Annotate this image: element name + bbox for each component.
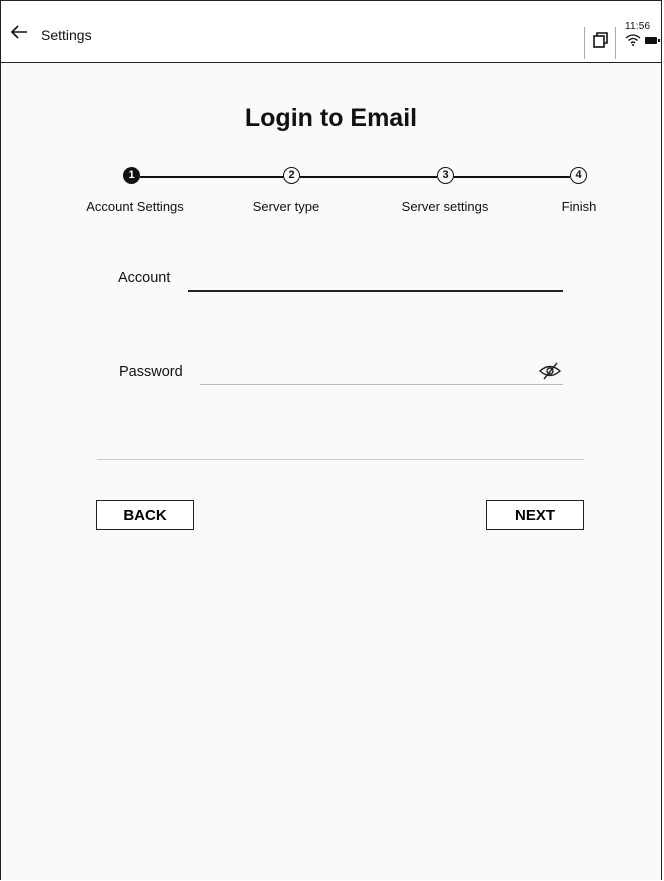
step-connector <box>453 176 570 178</box>
back-arrow-icon[interactable] <box>7 21 31 43</box>
password-input[interactable] <box>201 361 535 385</box>
password-underline <box>200 384 563 385</box>
status-time: 11:56 <box>625 21 651 32</box>
page-title: Login to Email <box>244 104 418 132</box>
step-4-label: Finish <box>561 199 597 214</box>
app-window: Settings 11:56 Login to Email 1 2 3 4 Ac… <box>0 0 662 880</box>
account-underline <box>188 290 563 292</box>
status-divider <box>615 27 616 59</box>
battery-icon <box>645 37 660 44</box>
step-1-indicator: 1 <box>123 167 140 184</box>
top-bar: Settings 11:56 <box>1 1 661 63</box>
step-connector <box>300 176 437 178</box>
step-1-label: Account Settings <box>86 199 184 214</box>
account-label: Account <box>118 270 171 286</box>
account-input[interactable] <box>189 267 565 291</box>
step-2-indicator: 2 <box>283 167 300 184</box>
progress-stepper: 1 2 3 4 Account Settings Server type Ser… <box>1 163 664 223</box>
next-button[interactable]: NEXT <box>486 500 584 530</box>
wifi-icon <box>625 34 641 46</box>
step-4-indicator: 4 <box>570 167 587 184</box>
form-divider <box>97 459 584 460</box>
window-icon[interactable] <box>592 31 610 49</box>
step-3-indicator: 3 <box>437 167 454 184</box>
back-button[interactable]: BACK <box>96 500 194 530</box>
password-label: Password <box>119 364 183 380</box>
status-divider <box>584 27 585 59</box>
step-2-label: Server type <box>252 199 320 214</box>
step-3-label: Server settings <box>401 199 489 214</box>
step-connector <box>140 176 284 178</box>
top-bar-title: Settings <box>41 27 92 43</box>
eye-off-icon[interactable] <box>538 361 562 381</box>
